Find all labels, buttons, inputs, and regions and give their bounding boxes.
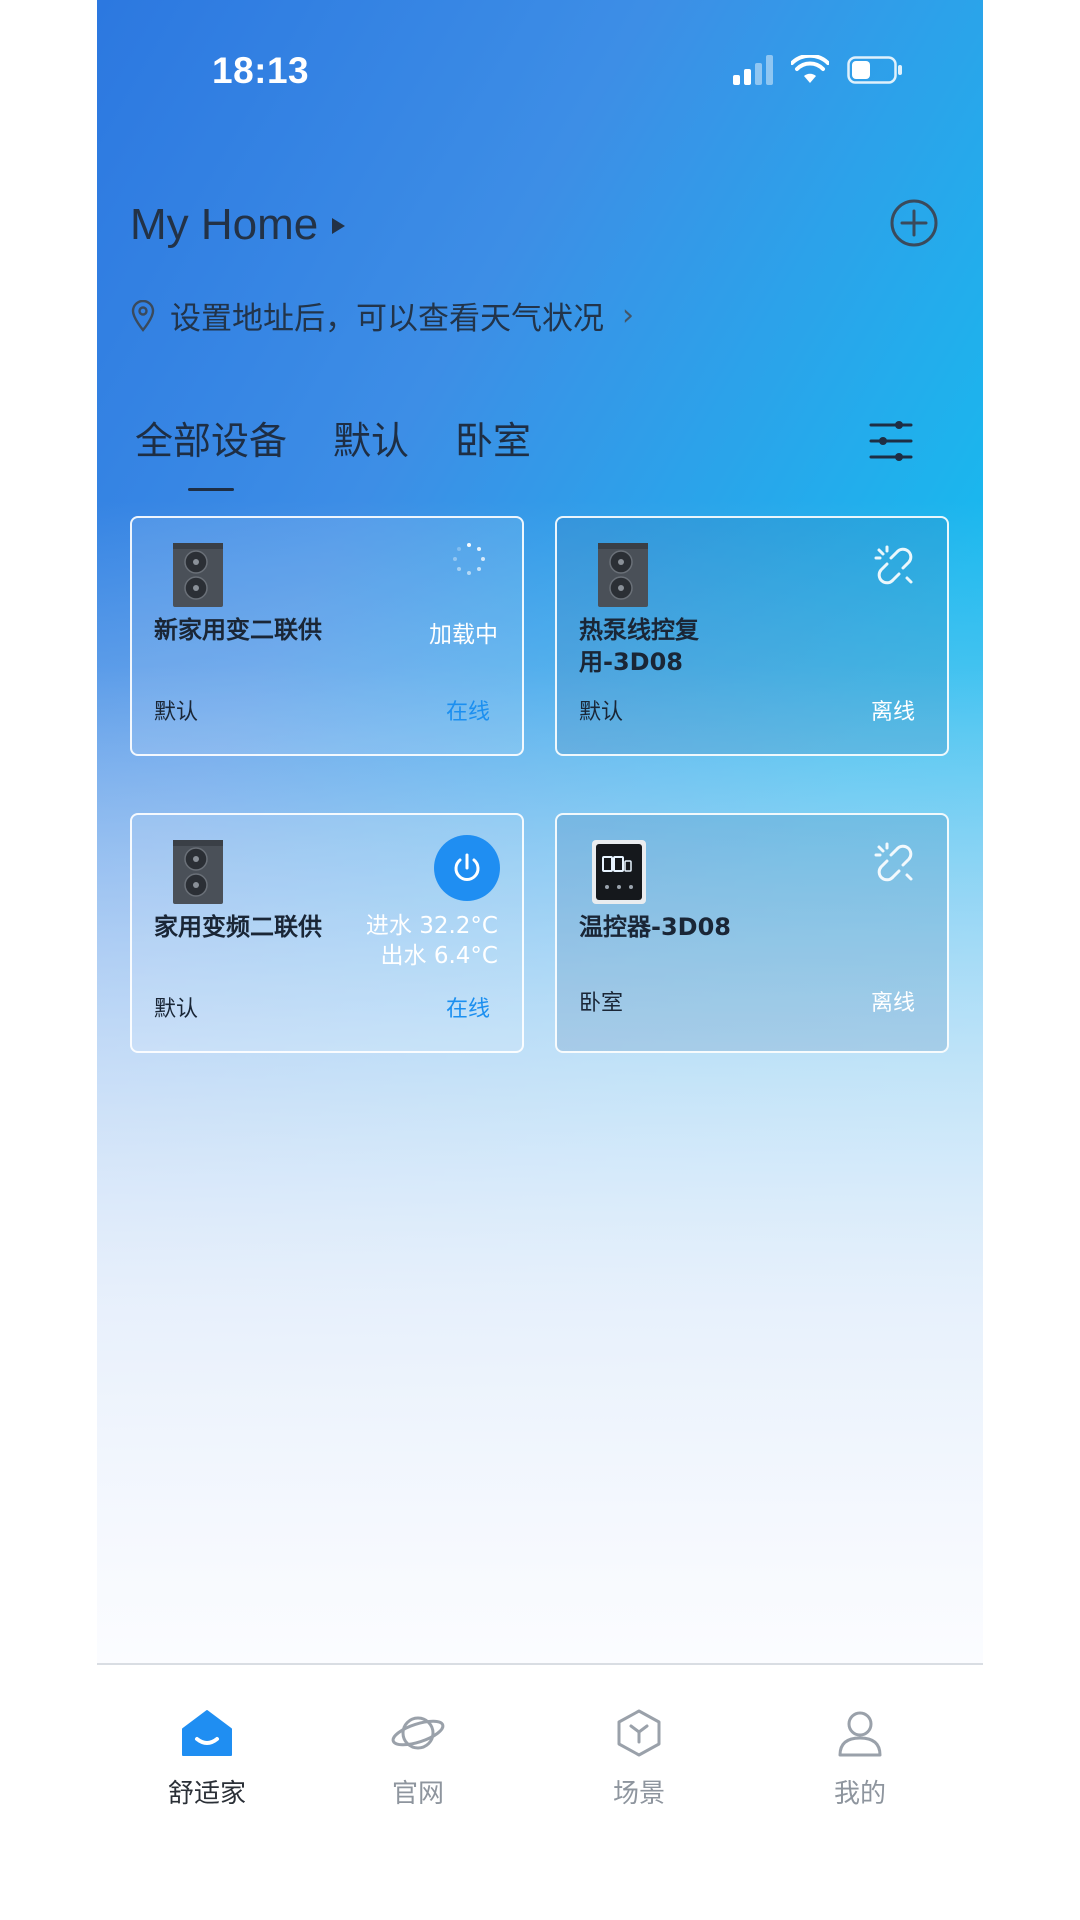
bottom-tab-bar: 舒适家 官网 场景 我的: [97, 1663, 983, 1920]
outlet-water-temp: 出水 6.4°C: [380, 943, 498, 969]
tab-bedroom[interactable]: 卧室: [455, 410, 531, 465]
power-toggle-button[interactable]: [434, 835, 500, 901]
broken-link-icon: [874, 842, 913, 882]
heat-pump-unit-icon: [173, 840, 223, 904]
device-card[interactable]: 热泵线控复用-3D08 默认 离线: [555, 516, 949, 756]
device-card[interactable]: 家用变频二联供 进水 32.2°C 出水 6.4°C 默认 在线: [130, 813, 524, 1053]
device-card[interactable]: 温控器-3D08 卧室 离线: [555, 813, 949, 1053]
device-room: 卧室: [579, 991, 624, 1016]
battery-icon: [847, 56, 902, 84]
add-device-button[interactable]: [889, 198, 939, 248]
tabbar-item-profile[interactable]: 我的: [790, 1705, 930, 1810]
home-screen: 18:13 My Home 设置地址后，可以查看天气状况 › 全部设备 默认 卧…: [97, 0, 983, 1920]
device-room: 默认: [154, 700, 199, 725]
home-title: My Home: [130, 200, 319, 249]
status-time: 18:13: [212, 50, 310, 91]
broken-link-icon: [874, 545, 913, 585]
power-icon: [454, 853, 480, 881]
tabbar-label: 我的: [833, 1779, 886, 1809]
chevron-right-icon: ›: [622, 298, 634, 333]
tabbar-label: 官网: [391, 1779, 444, 1809]
device-name: 家用变频二联供: [154, 913, 322, 941]
thermostat-device-icon: [592, 840, 646, 904]
tabbar-item-scenes[interactable]: 场景: [569, 1705, 709, 1810]
device-room: 默认: [154, 997, 199, 1022]
planet-icon: [391, 1716, 445, 1750]
user-icon: [838, 1711, 882, 1757]
tabbar-label: 场景: [612, 1779, 665, 1809]
device-status: 离线: [870, 991, 915, 1016]
device-status: 在线: [445, 700, 490, 725]
home-icon: [182, 1710, 232, 1756]
tab-default[interactable]: 默认: [333, 410, 409, 465]
location-pin-icon: [131, 299, 155, 332]
caret-right-icon: [332, 218, 346, 234]
tab-all-devices[interactable]: 全部设备: [135, 410, 287, 465]
device-status: 离线: [870, 700, 915, 725]
heat-pump-unit-icon: [173, 543, 223, 607]
room-tabs: 全部设备 默认 卧室: [135, 410, 531, 465]
loading-spinner-icon: [453, 543, 485, 575]
device-room: 默认: [579, 700, 624, 725]
cube-icon: [617, 1709, 661, 1757]
status-icons: [733, 55, 903, 85]
device-name: 温控器-3D08: [579, 913, 731, 941]
tabbar-item-home[interactable]: 舒适家: [137, 1705, 277, 1810]
device-status: 在线: [445, 997, 490, 1022]
heat-pump-unit-icon: [598, 543, 648, 607]
device-loading-text: 加载中: [429, 622, 498, 648]
device-name: 新家用变二联供: [154, 616, 322, 644]
device-name: 热泵线控复用-3D08: [579, 616, 699, 676]
inlet-water-temp: 进水 32.2°C: [365, 913, 498, 939]
signal-icon: [733, 55, 773, 85]
tabbar-item-website[interactable]: 官网: [348, 1705, 488, 1810]
device-card[interactable]: 新家用变二联供 加载中 默认 在线: [130, 516, 524, 756]
tabbar-label: 舒适家: [167, 1779, 246, 1809]
wifi-icon: [791, 55, 829, 83]
home-selector[interactable]: My Home: [130, 200, 346, 250]
address-prompt-row[interactable]: 设置地址后，可以查看天气状况 ›: [130, 293, 634, 338]
address-prompt-text: 设置地址后，可以查看天气状况: [170, 301, 604, 337]
water-temperatures: 进水 32.2°C 出水 6.4°C: [366, 911, 498, 971]
filter-settings-button[interactable]: [869, 418, 913, 464]
